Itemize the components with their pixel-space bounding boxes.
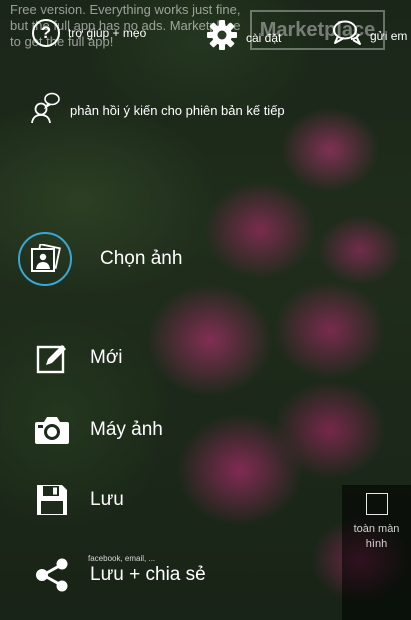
save-button[interactable]: Lưu (32, 480, 124, 520)
settings-button[interactable]: cài đặt (206, 19, 281, 56)
share-icon (32, 555, 72, 595)
camera-label: Máy ảnh (90, 419, 163, 440)
question-circle-icon: ? (32, 19, 60, 47)
help-tips-button[interactable]: ? trợ giúp + mẹo (32, 19, 146, 47)
edit-icon (32, 338, 72, 378)
save-share-button[interactable]: Lưu + chia sẻ (32, 555, 206, 595)
fullscreen-button[interactable]: toàn màn hình (342, 485, 411, 620)
floppy-icon (32, 480, 72, 520)
speech-bubble-icon (332, 19, 362, 52)
settings-label: cài đặt (246, 30, 282, 45)
feedback-button[interactable]: phản hồi ý kiến cho phiên bản kế tiếp (30, 92, 285, 129)
save-label: Lưu (90, 489, 124, 510)
choose-photo-button[interactable]: Chọn ảnh (18, 232, 182, 286)
square-icon (365, 493, 388, 515)
send-email-label: gửi em (370, 28, 408, 43)
fullscreen-label: toàn màn hình (353, 523, 400, 550)
person-speech-icon (30, 92, 60, 129)
save-share-label: Lưu + chia sẻ (90, 564, 206, 585)
new-label: Mới (90, 347, 123, 368)
camera-button[interactable]: Máy ảnh (32, 410, 163, 450)
choose-photo-label: Chọn ảnh (100, 248, 183, 269)
camera-icon (32, 410, 72, 450)
photos-icon (18, 232, 72, 286)
help-tips-label: trợ giúp + mẹo (68, 26, 147, 40)
feedback-label: phản hồi ý kiến cho phiên bản kế tiếp (70, 103, 285, 118)
gear-icon (206, 19, 238, 56)
new-button[interactable]: Mới (32, 338, 123, 378)
send-email-button[interactable]: gửi em (332, 19, 407, 52)
